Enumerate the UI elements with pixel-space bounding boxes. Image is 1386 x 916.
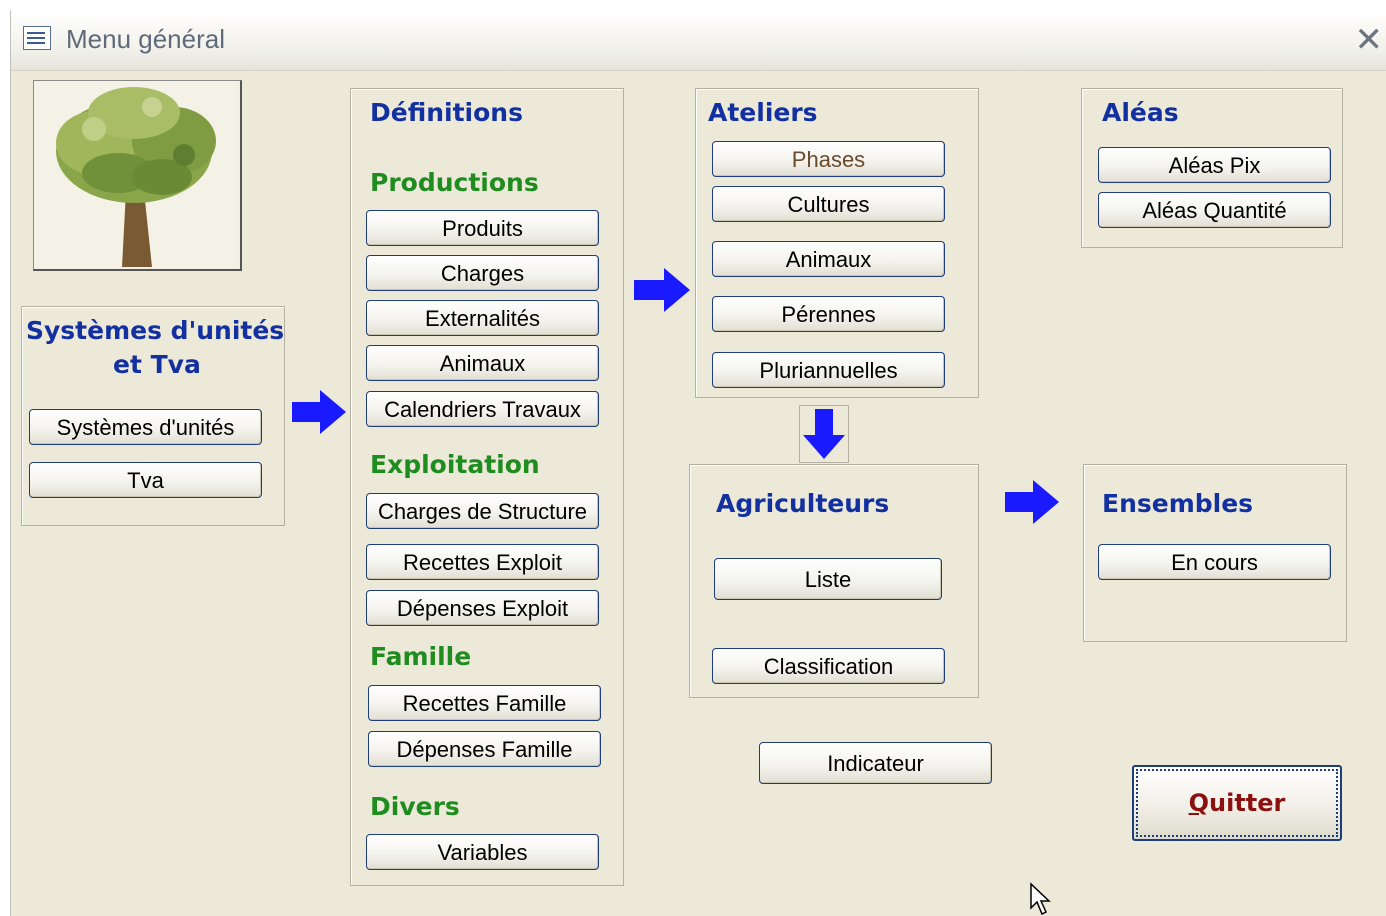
externalites-button[interactable]: Externalités [366, 300, 599, 336]
aleas-heading: Aléas [1102, 98, 1179, 127]
perennes-button[interactable]: Pérennes [712, 296, 945, 332]
definitions-heading: Définitions [370, 98, 523, 127]
cultures-button[interactable]: Cultures [712, 186, 945, 222]
right-arrow-icon [634, 268, 690, 312]
aleas-pix-button[interactable]: Aléas Pix [1098, 147, 1331, 183]
menu-general-window: Menu général ✕ Systèmes d'unités et Tva … [10, 10, 1386, 916]
systems-heading-line2: et Tva [113, 350, 201, 379]
variables-button[interactable]: Variables [366, 834, 599, 870]
agriculteurs-heading: Agriculteurs [716, 489, 890, 518]
recettes-exploit-button[interactable]: Recettes Exploit [366, 544, 599, 580]
right-arrow-icon [292, 390, 346, 434]
divers-heading: Divers [370, 792, 460, 821]
depenses-famille-button[interactable]: Dépenses Famille [368, 731, 601, 767]
ensembles-heading: Ensembles [1102, 489, 1254, 518]
aleas-quantite-button[interactable]: Aléas Quantité [1098, 192, 1331, 228]
indicateur-button[interactable]: Indicateur [759, 742, 992, 784]
systemes-unites-button[interactable]: Systèmes d'unités [29, 409, 262, 445]
liste-button[interactable]: Liste [714, 558, 942, 600]
productions-heading: Productions [370, 168, 539, 197]
window-title: Menu général [66, 24, 225, 54]
charges-button[interactable]: Charges [366, 255, 599, 291]
depenses-exploit-button[interactable]: Dépenses Exploit [366, 590, 599, 626]
quit-button[interactable]: Quitter [1132, 765, 1342, 841]
classification-button[interactable]: Classification [712, 648, 945, 684]
right-arrow-icon [1005, 480, 1059, 524]
quit-label-rest: uitter [1209, 789, 1286, 817]
exploitation-heading: Exploitation [370, 450, 540, 479]
title-bar: Menu général ✕ [11, 10, 1386, 71]
calendriers-travaux-button[interactable]: Calendriers Travaux [366, 391, 599, 427]
form-icon [23, 26, 51, 50]
recettes-famille-button[interactable]: Recettes Famille [368, 685, 601, 721]
down-arrow-icon [799, 405, 849, 463]
tree-image [33, 80, 242, 271]
animaux-ateliers-button[interactable]: Animaux [712, 241, 945, 277]
produits-button[interactable]: Produits [366, 210, 599, 246]
en-cours-button[interactable]: En cours [1098, 544, 1331, 580]
ateliers-heading: Ateliers [708, 98, 818, 127]
quit-mnemonic: Q [1188, 789, 1210, 817]
famille-heading: Famille [370, 642, 472, 671]
charges-structure-button[interactable]: Charges de Structure [366, 493, 599, 529]
systems-heading-line1: Systèmes d'unités [26, 316, 285, 345]
pluriannuelles-button[interactable]: Pluriannuelles [712, 352, 945, 388]
animaux-definitions-button[interactable]: Animaux [366, 345, 599, 381]
tva-button[interactable]: Tva [29, 462, 262, 498]
phases-button[interactable]: Phases [712, 141, 945, 177]
close-icon[interactable]: ✕ [1355, 20, 1384, 60]
mouse-cursor-icon [1030, 882, 1051, 916]
